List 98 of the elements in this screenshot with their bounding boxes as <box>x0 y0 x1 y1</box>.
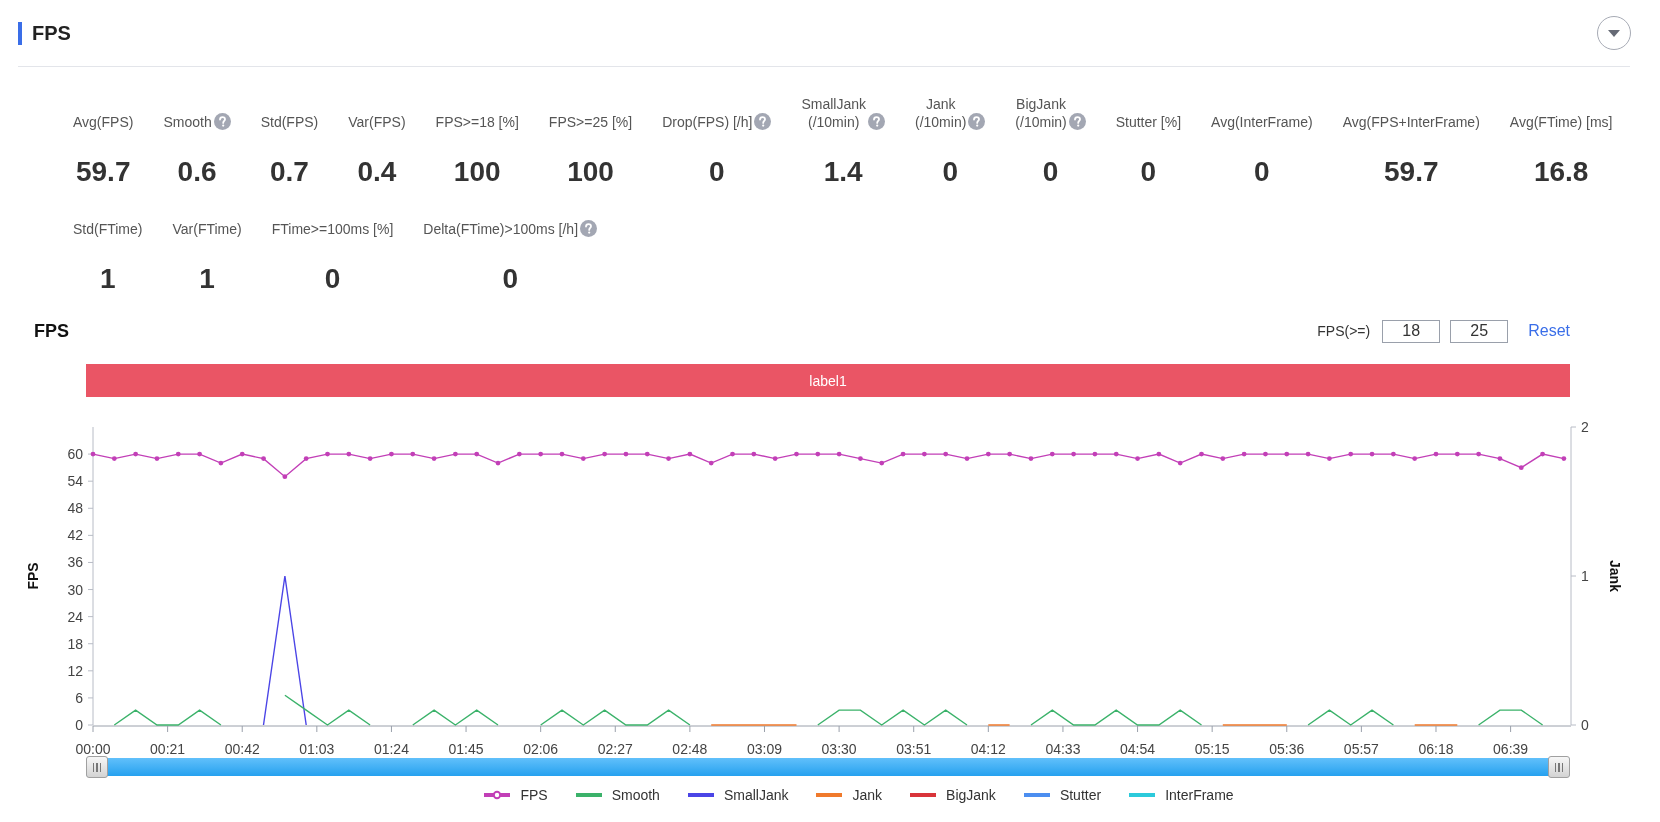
range-slider[interactable] <box>86 758 1570 776</box>
help-icon[interactable] <box>868 113 885 130</box>
legend-item[interactable]: InterFrame <box>1129 787 1234 803</box>
x-tick-label: 02:27 <box>597 741 633 757</box>
metric-label: Avg(FPS) <box>73 113 134 131</box>
y-tick-label: 24 <box>67 608 83 625</box>
x-tick-label: 04:12 <box>970 741 1006 757</box>
y-tick-label: 0 <box>75 717 83 733</box>
metric-value: 0.4 <box>357 155 397 189</box>
legend-item[interactable]: Stutter <box>1023 787 1102 803</box>
slider-handle[interactable] <box>86 756 108 778</box>
metric-label: Delta(FTime)>100ms [/h] <box>423 220 579 238</box>
collapse-button[interactable] <box>1597 16 1631 50</box>
metric-label: Drop(FPS) [/h] <box>662 113 753 131</box>
metric-value: 0 <box>324 262 341 296</box>
metric-label: Var(FPS) <box>348 113 406 131</box>
legend-item[interactable]: SmallJank <box>687 787 789 803</box>
x-tick-label: 03:09 <box>746 741 782 757</box>
metric-value: 0 <box>502 262 518 296</box>
x-tick-label: 04:54 <box>1120 741 1156 757</box>
y-tick-label: 2 <box>1581 419 1589 435</box>
x-tick-label: 02:48 <box>672 741 708 757</box>
legend-item[interactable]: Smooth <box>575 787 660 803</box>
metric-label: FPS>=18 [%] <box>435 113 519 131</box>
caret-icon <box>1607 28 1621 38</box>
metric-label: Avg(FTime) [ms] <box>1509 113 1613 131</box>
metric-label: BigJank (/10min) <box>1015 95 1067 131</box>
metric-value: 100 <box>453 155 501 189</box>
legend-item[interactable]: Jank <box>816 787 883 803</box>
legend-item[interactable]: BigJank <box>910 787 996 803</box>
y-tick-label: 6 <box>75 689 83 706</box>
metric-value: 1 <box>99 262 116 296</box>
x-tick-label: 05:36 <box>1269 741 1305 757</box>
metric-value: 0 <box>942 155 958 189</box>
y-tick-label: 36 <box>67 554 83 571</box>
metric-label: FTime>=100ms [%] <box>271 220 394 238</box>
y-axis-title: FPS <box>25 562 41 590</box>
metric-label: SmallJank (/10min) <box>801 95 866 131</box>
threshold-label: FPS(>=) <box>1317 323 1371 339</box>
metric-label: Avg(FPS+InterFrame) <box>1342 113 1480 131</box>
x-tick-label: 03:51 <box>896 741 932 757</box>
x-tick-label: 02:06 <box>523 741 559 757</box>
x-tick-label: 00:42 <box>224 741 260 757</box>
y-tick-label: 30 <box>67 581 83 598</box>
legend-item[interactable]: FPS <box>484 787 548 803</box>
title-accent-bar <box>18 21 22 45</box>
reset-link[interactable]: Reset <box>1528 322 1570 340</box>
y-tick-label: 0 <box>1581 717 1589 733</box>
y-tick-label: 42 <box>67 527 83 544</box>
help-icon[interactable] <box>1068 113 1086 130</box>
metric-label: Smooth <box>163 113 212 131</box>
chart-title: FPS <box>34 320 69 342</box>
x-tick-label: 06:18 <box>1418 741 1454 757</box>
metric-value: 0 <box>708 155 725 189</box>
metric-value: 59.7 <box>1384 155 1439 189</box>
metric-label: Jank (/10min) <box>915 95 967 131</box>
x-tick-label: 01:45 <box>448 741 484 757</box>
panel-title: FPS <box>32 21 71 45</box>
metric-label: Std(FPS) <box>260 113 319 131</box>
metric-label: Std(FTime) <box>73 220 143 238</box>
help-icon[interactable] <box>213 113 231 130</box>
x-tick-label: 05:57 <box>1343 741 1379 757</box>
x-tick-label: 03:30 <box>821 741 857 757</box>
metric-label: FPS>=25 [%] <box>548 113 633 131</box>
y-tick-label: 48 <box>67 500 83 517</box>
metric-value: 0.7 <box>270 155 309 189</box>
x-tick-label: 04:33 <box>1045 741 1081 757</box>
slider-handle[interactable] <box>1548 756 1570 778</box>
metric-value: 1 <box>199 262 215 296</box>
metric-label: Var(FTime) <box>172 220 242 238</box>
y-tick-label: 54 <box>67 473 83 490</box>
metric-value: 16.8 <box>1533 155 1589 189</box>
x-tick-label: 01:24 <box>373 741 409 757</box>
x-tick-label: 06:39 <box>1493 741 1529 757</box>
metric-label: Stutter [%] <box>1115 113 1182 131</box>
metric-label: Avg(InterFrame) <box>1211 113 1313 131</box>
metric-value: 1.4 <box>823 155 863 189</box>
threshold-input[interactable]: 18 <box>1382 319 1441 343</box>
x-tick-label: 01:03 <box>299 741 335 757</box>
x-tick-label: 00:00 <box>75 741 111 757</box>
metric-value: 100 <box>567 155 614 189</box>
help-icon[interactable] <box>580 220 598 237</box>
metric-value: 59.7 <box>75 155 131 189</box>
y-tick-label: 18 <box>67 635 83 652</box>
y-tick-label: 1 <box>1581 568 1589 584</box>
metric-value: 0 <box>1140 155 1157 189</box>
threshold-input[interactable]: 25 <box>1450 319 1509 343</box>
label-bar: label1 <box>86 364 1570 397</box>
y-axis-title: Jank <box>1607 560 1623 592</box>
help-icon[interactable] <box>754 113 772 130</box>
help-icon[interactable] <box>968 113 986 130</box>
x-tick-label: 00:21 <box>150 741 186 757</box>
metric-value: 0 <box>1042 155 1059 189</box>
metric-value: 0.6 <box>177 155 217 189</box>
y-tick-label: 60 <box>67 446 83 463</box>
y-tick-label: 12 <box>67 662 83 679</box>
metric-value: 0 <box>1254 155 1270 189</box>
x-tick-label: 05:15 <box>1194 741 1230 757</box>
